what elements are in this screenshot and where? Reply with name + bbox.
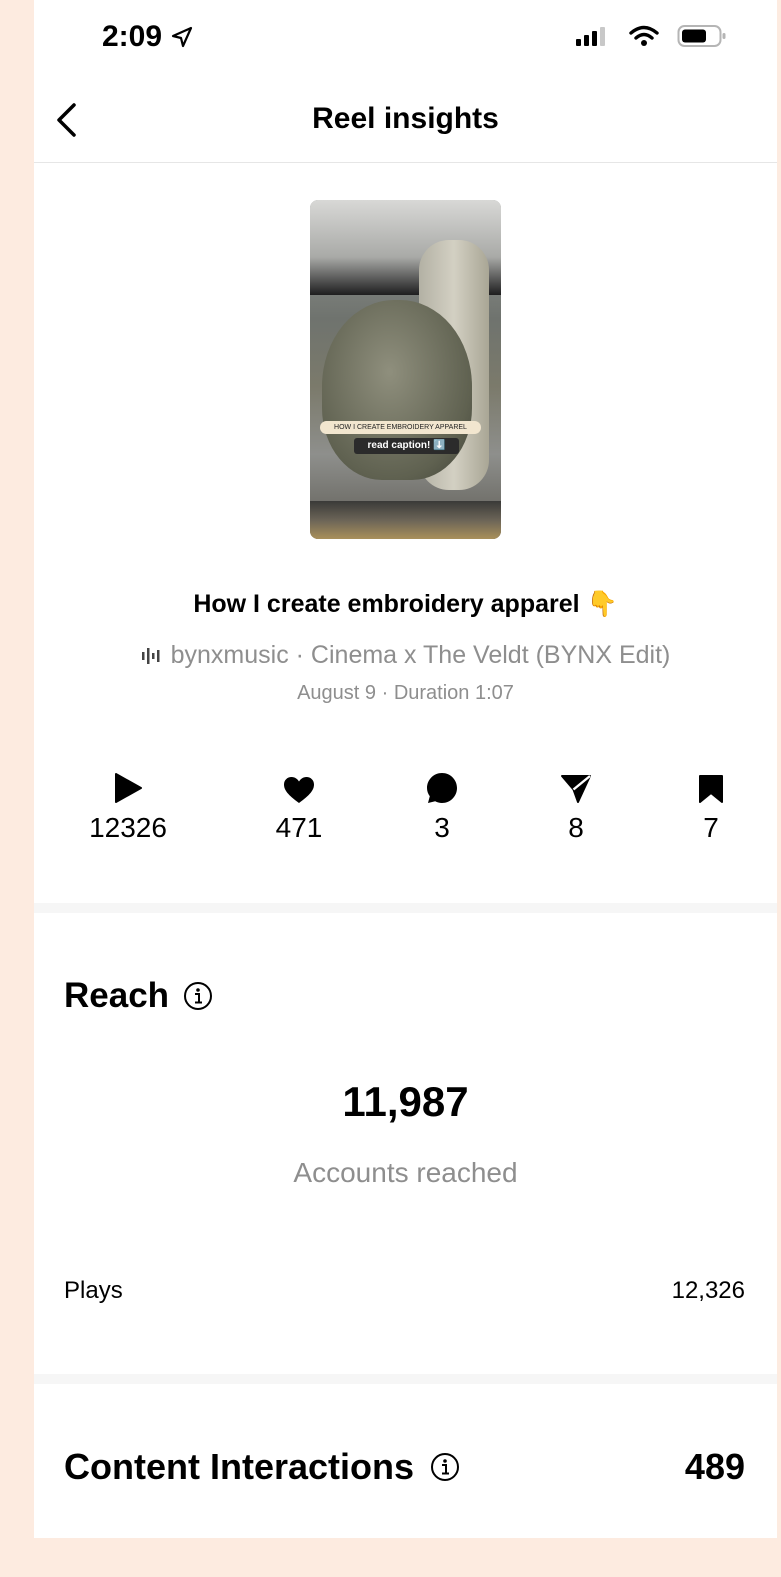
- reach-heading: Reach: [64, 976, 213, 1016]
- reel-audio[interactable]: bynxmusic · Cinema x The Veldt (BYNX Edi…: [34, 641, 777, 670]
- status-bar: 2:09: [34, 0, 777, 84]
- info-icon[interactable]: [183, 981, 213, 1011]
- plays-row: Plays 12,326: [64, 1277, 745, 1305]
- battery-icon: [677, 25, 726, 47]
- stat-likes: 471: [239, 770, 359, 844]
- stat-comments-value: 3: [434, 812, 450, 843]
- plays-label: Plays: [64, 1277, 123, 1304]
- status-indicators: [575, 24, 727, 48]
- cellular-signal-icon: [576, 27, 605, 46]
- thumbnail-overlay-text: HOW I CREATE EMBROIDERY APPAREL: [320, 421, 481, 434]
- play-icon: [115, 773, 142, 803]
- stat-shares-value: 8: [568, 812, 584, 843]
- audio-waveform-icon: [141, 647, 160, 664]
- accounts-reached-value: 11,987: [342, 1078, 469, 1125]
- status-time: 2:09: [102, 20, 194, 54]
- reel-title: How I create embroidery apparel 👇: [193, 590, 618, 618]
- send-icon: [561, 775, 591, 803]
- stat-saves: 7: [651, 770, 771, 844]
- stat-likes-value: 471: [275, 812, 323, 843]
- wifi-icon: [629, 25, 659, 46]
- bookmark-icon: [699, 775, 723, 803]
- heart-icon: [284, 777, 314, 803]
- stat-shares: 8: [516, 770, 636, 844]
- content-interactions-heading: Content Interactions: [64, 1446, 415, 1487]
- content-interactions-value: 489: [684, 1446, 745, 1487]
- plays-value: 12,326: [671, 1277, 745, 1304]
- info-icon[interactable]: [430, 1452, 460, 1482]
- stat-comments: 3: [382, 770, 502, 844]
- stats-row: 12326 471 3 8 7: [34, 770, 777, 850]
- stat-plays: 12326: [68, 770, 188, 844]
- accounts-reached-label: Accounts reached: [293, 1157, 518, 1188]
- location-arrow-icon: [171, 26, 193, 48]
- section-divider: [34, 1374, 777, 1384]
- app-screen: 2:09 Reel insights HOW I CREATE EMBROIDE…: [34, 0, 777, 1538]
- comment-icon: [427, 773, 457, 803]
- navigation-bar: Reel insights: [34, 84, 777, 163]
- stat-saves-value: 7: [703, 812, 719, 843]
- reel-meta: August 9 · Duration 1:07: [297, 682, 514, 704]
- stat-plays-value: 12326: [89, 812, 167, 843]
- content-interactions-row[interactable]: Content Interactions 489: [64, 1446, 745, 1488]
- thumbnail-overlay-subtext: read caption! ⬇️: [354, 438, 459, 454]
- reel-thumbnail[interactable]: HOW I CREATE EMBROIDERY APPAREL read cap…: [310, 200, 501, 539]
- section-divider: [34, 903, 777, 913]
- page-title: Reel insights: [312, 102, 499, 135]
